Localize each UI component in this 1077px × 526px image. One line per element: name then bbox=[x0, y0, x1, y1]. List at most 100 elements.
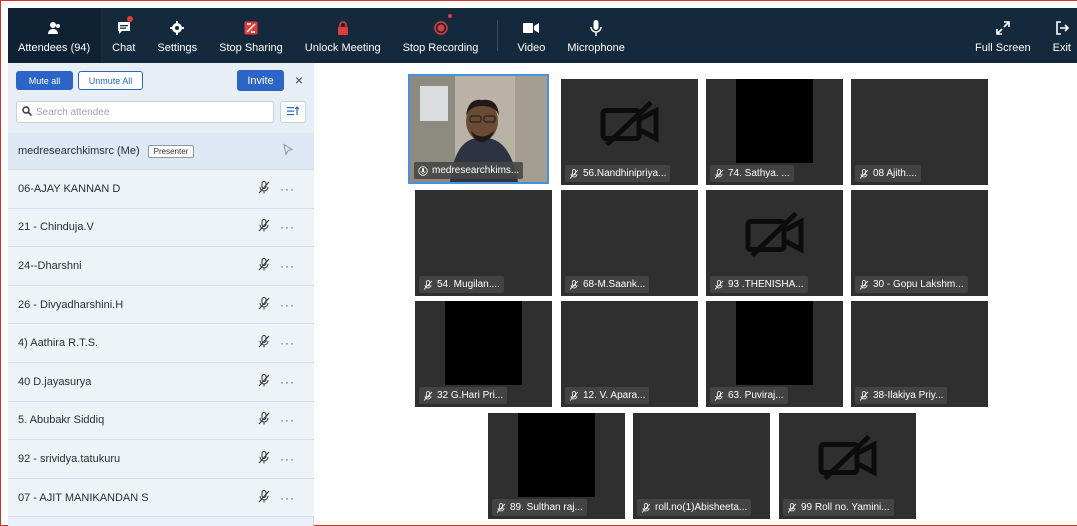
stop-sharing-button[interactable]: Stop Sharing bbox=[208, 8, 294, 63]
more-options-icon[interactable]: ··· bbox=[280, 259, 295, 273]
mic-muted-icon[interactable] bbox=[258, 373, 270, 390]
mic-muted-icon[interactable] bbox=[258, 180, 270, 197]
unmute-all-button[interactable]: Unmute All bbox=[78, 71, 143, 90]
mic-muted-icon[interactable] bbox=[258, 257, 270, 274]
video-tile[interactable]: 08 Ajith.... bbox=[851, 79, 988, 185]
chat-button[interactable]: Chat bbox=[101, 8, 146, 63]
video-tile[interactable]: 30 - Gopu Lakshm... bbox=[851, 190, 988, 296]
participant-name-tag: 74. Sathya. ... bbox=[710, 165, 794, 182]
video-tile[interactable]: 12. V. Apara... bbox=[561, 301, 698, 407]
participant-name: 68-M.Saank... bbox=[583, 279, 646, 290]
attendee-row[interactable]: 07 - AJIT MANIKANDAN S ··· bbox=[8, 478, 314, 518]
video-tile[interactable]: 68-M.Saank... bbox=[561, 190, 698, 296]
mic-muted-icon[interactable] bbox=[258, 296, 270, 313]
people-icon bbox=[47, 18, 61, 38]
mic-muted-icon[interactable] bbox=[258, 412, 270, 428]
video-tile[interactable]: roll.no(1)Abisheeta... bbox=[633, 413, 770, 519]
attendees-button[interactable]: Attendees (94) bbox=[8, 8, 102, 63]
attendee-name: 4) Aathira R.T.S. bbox=[18, 337, 99, 350]
participant-name-tag: 54. Mugilan.... bbox=[419, 276, 504, 293]
close-icon[interactable]: × bbox=[292, 71, 306, 89]
attendee-row-me[interactable]: medresearchkimsrc (Me) Presenter bbox=[8, 133, 314, 170]
participant-name-tag: 30 - Gopu Lakshm... bbox=[855, 276, 968, 293]
participant-video-feed bbox=[518, 413, 595, 497]
more-options-icon[interactable]: ··· bbox=[280, 336, 295, 350]
participant-name-tag: 68-M.Saank... bbox=[565, 276, 650, 293]
mic-muted-icon bbox=[496, 502, 506, 513]
attendees-panel-header: Mute all Unmute All Invite × bbox=[8, 63, 314, 133]
participant-name-tag: 99 Roll no. Yamini... bbox=[783, 499, 894, 516]
video-label: Video bbox=[517, 41, 546, 54]
video-tile[interactable]: 54. Mugilan.... bbox=[415, 190, 552, 296]
mic-muted-icon[interactable] bbox=[258, 335, 270, 351]
participant-name: 56.Nandhinipriya... bbox=[583, 168, 667, 179]
more-options-icon[interactable]: ··· bbox=[280, 220, 295, 234]
attendee-row[interactable]: 5. Abubakr Siddiq ··· bbox=[8, 401, 314, 441]
settings-button[interactable]: Settings bbox=[146, 8, 208, 63]
more-options-icon[interactable]: ··· bbox=[280, 298, 295, 312]
video-tile-self[interactable]: medresearchkims... bbox=[408, 74, 549, 184]
participant-name-tag: 63. Puviraj... bbox=[710, 387, 788, 404]
participant-name-tag: 12. V. Apara... bbox=[565, 387, 650, 404]
pointer-icon[interactable] bbox=[283, 143, 294, 159]
participant-video-feed bbox=[736, 79, 813, 163]
more-options-icon[interactable]: ··· bbox=[280, 375, 295, 389]
attendee-row[interactable]: 40 D.jayasurya ··· bbox=[8, 362, 314, 402]
attendee-row[interactable]: 92 - srividya.tatukuru ··· bbox=[8, 440, 314, 479]
participant-name-tag: 32 G.Hari Pri... bbox=[419, 387, 508, 404]
video-tile[interactable]: 32 G.Hari Pri... bbox=[415, 301, 552, 407]
stop-share-icon bbox=[244, 18, 258, 38]
microphone-icon bbox=[590, 18, 602, 38]
mic-muted-icon bbox=[569, 390, 579, 401]
attendees-panel: Mute all Unmute All Invite × medresearch… bbox=[8, 63, 314, 526]
video-tile[interactable]: 63. Puviraj... bbox=[706, 301, 843, 407]
participant-name-tag: 56.Nandhinipriya... bbox=[565, 165, 671, 182]
sort-button[interactable] bbox=[280, 101, 306, 123]
video-tile[interactable]: 99 Roll no. Yamini... bbox=[779, 413, 916, 519]
participant-name-tag: 38-Ilakiya Priy... bbox=[855, 387, 948, 404]
video-tile[interactable]: 89. Sulthan raj... bbox=[488, 413, 625, 519]
participant-name: 08 Ajith.... bbox=[873, 168, 917, 179]
mic-muted-icon bbox=[714, 390, 724, 401]
attendee-row[interactable]: 24--Dharshni ··· bbox=[8, 247, 314, 286]
more-options-icon[interactable]: ··· bbox=[280, 452, 295, 466]
more-options-icon[interactable]: ··· bbox=[280, 413, 295, 427]
video-tile[interactable]: 74. Sathya. ... bbox=[706, 79, 843, 185]
search-input[interactable] bbox=[36, 106, 256, 118]
video-tile[interactable]: 38-Ilakiya Priy... bbox=[851, 301, 988, 407]
more-options-icon[interactable]: ··· bbox=[280, 182, 295, 196]
mic-muted-icon[interactable] bbox=[258, 450, 270, 467]
microphone-label: Microphone bbox=[567, 41, 625, 54]
mic-muted-icon[interactable] bbox=[258, 489, 270, 506]
chat-label: Chat bbox=[112, 41, 136, 54]
exit-button[interactable]: Exit bbox=[1042, 8, 1077, 63]
participant-name-tag: 89. Sulthan raj... bbox=[492, 499, 587, 516]
stop-recording-label: Stop Recording bbox=[402, 41, 479, 54]
attendee-row[interactable]: 21 - Chinduja.V ··· bbox=[8, 208, 314, 248]
unlock-meeting-button[interactable]: Unlock Meeting bbox=[294, 8, 392, 63]
mic-muted-icon bbox=[569, 168, 579, 179]
chat-notification-dot bbox=[127, 16, 134, 22]
search-icon bbox=[22, 103, 33, 121]
toolbar-divider bbox=[497, 20, 499, 51]
attendee-row[interactable]: 4) Aathira R.T.S. ··· bbox=[8, 324, 314, 363]
search-box bbox=[16, 101, 274, 123]
invite-button[interactable]: Invite bbox=[237, 70, 284, 91]
mic-muted-icon[interactable] bbox=[258, 219, 270, 235]
stop-recording-button[interactable]: Stop Recording bbox=[392, 8, 490, 63]
participant-name: 12. V. Apara... bbox=[583, 390, 646, 401]
participant-video-feed bbox=[445, 301, 522, 385]
mute-all-button[interactable]: Mute all bbox=[16, 71, 73, 90]
attendee-row[interactable]: 06-AJAY KANNAN D ··· bbox=[8, 170, 314, 209]
attendees-label: Attendees (94) bbox=[18, 41, 91, 54]
video-tile[interactable]: 56.Nandhinipriya... bbox=[561, 79, 698, 185]
more-options-icon[interactable]: ··· bbox=[280, 491, 295, 505]
participant-name: 89. Sulthan raj... bbox=[510, 502, 583, 513]
video-tile[interactable]: 93 .THENISHA... bbox=[706, 190, 843, 296]
video-button[interactable]: Video bbox=[506, 8, 556, 63]
microphone-button[interactable]: Microphone bbox=[556, 8, 635, 63]
mic-muted-icon bbox=[569, 279, 579, 290]
attendee-row[interactable]: 26 - Divyadharshini.H ··· bbox=[8, 285, 314, 325]
full-screen-button[interactable]: Full Screen bbox=[964, 8, 1042, 63]
